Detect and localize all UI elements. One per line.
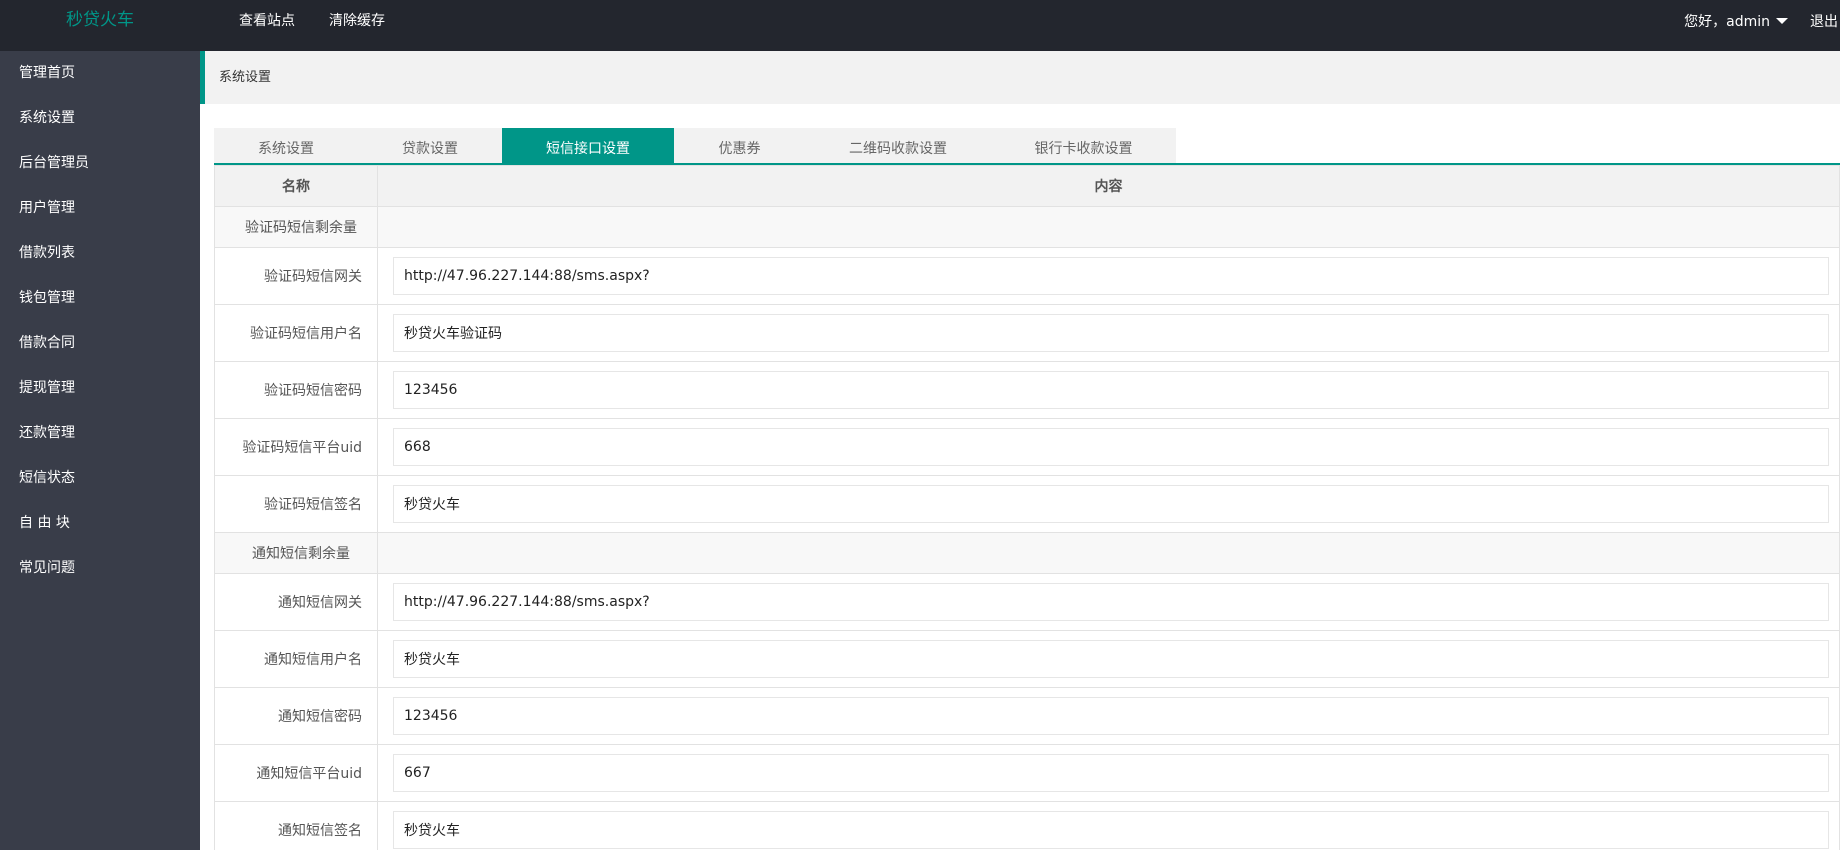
view-site-link[interactable]: 查看站点 xyxy=(222,0,312,41)
tab-qrcode-payment[interactable]: 二维码收款设置 xyxy=(805,128,991,164)
row-label: 通知短信剩余量 xyxy=(214,532,378,574)
logout-link[interactable]: 退出 xyxy=(1810,11,1840,31)
tab-sms-settings[interactable]: 短信接口设置 xyxy=(502,128,674,164)
tab-system-settings[interactable]: 系统设置 xyxy=(214,128,358,164)
table-row: 通知短信签名 xyxy=(214,801,1840,850)
verify-sms-gateway-input[interactable] xyxy=(393,257,1829,295)
row-label: 通知短信签名 xyxy=(214,801,378,850)
sidebar-item-loans[interactable]: 借款列表 xyxy=(0,231,200,276)
row-label: 验证码短信密码 xyxy=(214,361,378,419)
row-label: 验证码短信用户名 xyxy=(214,304,378,362)
row-label: 通知短信用户名 xyxy=(214,630,378,688)
notify-sms-username-input[interactable] xyxy=(393,640,1829,678)
row-label: 通知短信平台uid xyxy=(214,744,378,802)
top-right: 您好，admin 退出 xyxy=(1684,0,1840,41)
caret-down-icon xyxy=(1776,17,1788,24)
verify-sms-username-input[interactable] xyxy=(393,314,1829,352)
sidebar-item-system-settings[interactable]: 系统设置 xyxy=(0,96,200,141)
row-label: 通知短信密码 xyxy=(214,687,378,745)
table-row: 通知短信密码 xyxy=(214,687,1840,745)
row-label: 验证码短信剩余量 xyxy=(214,206,378,248)
clear-cache-link[interactable]: 清除缓存 xyxy=(312,0,402,41)
table-row: 通知短信网关 xyxy=(214,573,1840,631)
top-nav: 查看站点 清除缓存 xyxy=(222,0,402,41)
tab-bankcard-payment[interactable]: 银行卡收款设置 xyxy=(991,128,1176,164)
user-menu[interactable]: 您好，admin xyxy=(1684,11,1788,31)
row-label: 验证码短信签名 xyxy=(214,475,378,533)
table-row: 验证码短信剩余量 xyxy=(214,206,1840,248)
main-content: 系统设置 系统设置 贷款设置 短信接口设置 优惠券 二维码收款设置 银行卡收款设… xyxy=(200,51,1840,850)
notify-sms-password-input[interactable] xyxy=(393,697,1829,735)
notify-sms-uid-input[interactable] xyxy=(393,754,1829,792)
row-label: 通知短信网关 xyxy=(214,573,378,631)
row-value xyxy=(377,206,1840,248)
sidebar-item-wallet[interactable]: 钱包管理 xyxy=(0,276,200,321)
verify-sms-signature-input[interactable] xyxy=(393,485,1829,523)
user-greeting: 您好，admin xyxy=(1684,13,1770,30)
sidebar-item-withdrawals[interactable]: 提现管理 xyxy=(0,366,200,411)
sms-settings-table: 名称 内容 验证码短信剩余量 验证码短信网关 验证码短信用户名 验证码短信密码 … xyxy=(214,165,1840,850)
sidebar-item-faq[interactable]: 常见问题 xyxy=(0,546,200,591)
sidebar: 管理首页 系统设置 后台管理员 用户管理 借款列表 钱包管理 借款合同 提现管理… xyxy=(0,51,200,850)
sidebar-item-sms-status[interactable]: 短信状态 xyxy=(0,456,200,501)
row-label: 验证码短信网关 xyxy=(214,247,378,305)
verify-sms-password-input[interactable] xyxy=(393,371,1829,409)
table-header-row: 名称 内容 xyxy=(214,165,1840,207)
row-value xyxy=(377,532,1840,574)
sidebar-item-users[interactable]: 用户管理 xyxy=(0,186,200,231)
app-logo[interactable]: 秒贷火车 xyxy=(0,0,200,51)
sidebar-item-free-blocks[interactable]: 自 由 块 xyxy=(0,501,200,546)
table-row: 验证码短信平台uid xyxy=(214,418,1840,476)
top-header: 秒贷火车 查看站点 清除缓存 您好，admin 退出 xyxy=(0,0,1840,51)
table-row: 通知短信用户名 xyxy=(214,630,1840,688)
sidebar-item-repayments[interactable]: 还款管理 xyxy=(0,411,200,456)
verify-sms-uid-input[interactable] xyxy=(393,428,1829,466)
sidebar-item-admins[interactable]: 后台管理员 xyxy=(0,141,200,186)
table-row: 验证码短信用户名 xyxy=(214,304,1840,362)
table-row: 验证码短信网关 xyxy=(214,247,1840,305)
row-label: 验证码短信平台uid xyxy=(214,418,378,476)
table-row: 验证码短信签名 xyxy=(214,475,1840,533)
table-row: 验证码短信密码 xyxy=(214,361,1840,419)
notify-sms-gateway-input[interactable] xyxy=(393,583,1829,621)
table-row: 通知短信剩余量 xyxy=(214,532,1840,574)
breadcrumb: 系统设置 xyxy=(200,51,1840,104)
tab-loan-settings[interactable]: 贷款设置 xyxy=(358,128,502,164)
table-row: 通知短信平台uid xyxy=(214,744,1840,802)
sidebar-item-home[interactable]: 管理首页 xyxy=(0,51,200,96)
settings-tabs: 系统设置 贷款设置 短信接口设置 优惠券 二维码收款设置 银行卡收款设置 xyxy=(214,128,1176,164)
tab-coupons[interactable]: 优惠券 xyxy=(674,128,805,164)
sidebar-item-contracts[interactable]: 借款合同 xyxy=(0,321,200,366)
column-header-name: 名称 xyxy=(214,165,378,207)
notify-sms-signature-input[interactable] xyxy=(393,811,1829,849)
column-header-content: 内容 xyxy=(377,165,1840,207)
